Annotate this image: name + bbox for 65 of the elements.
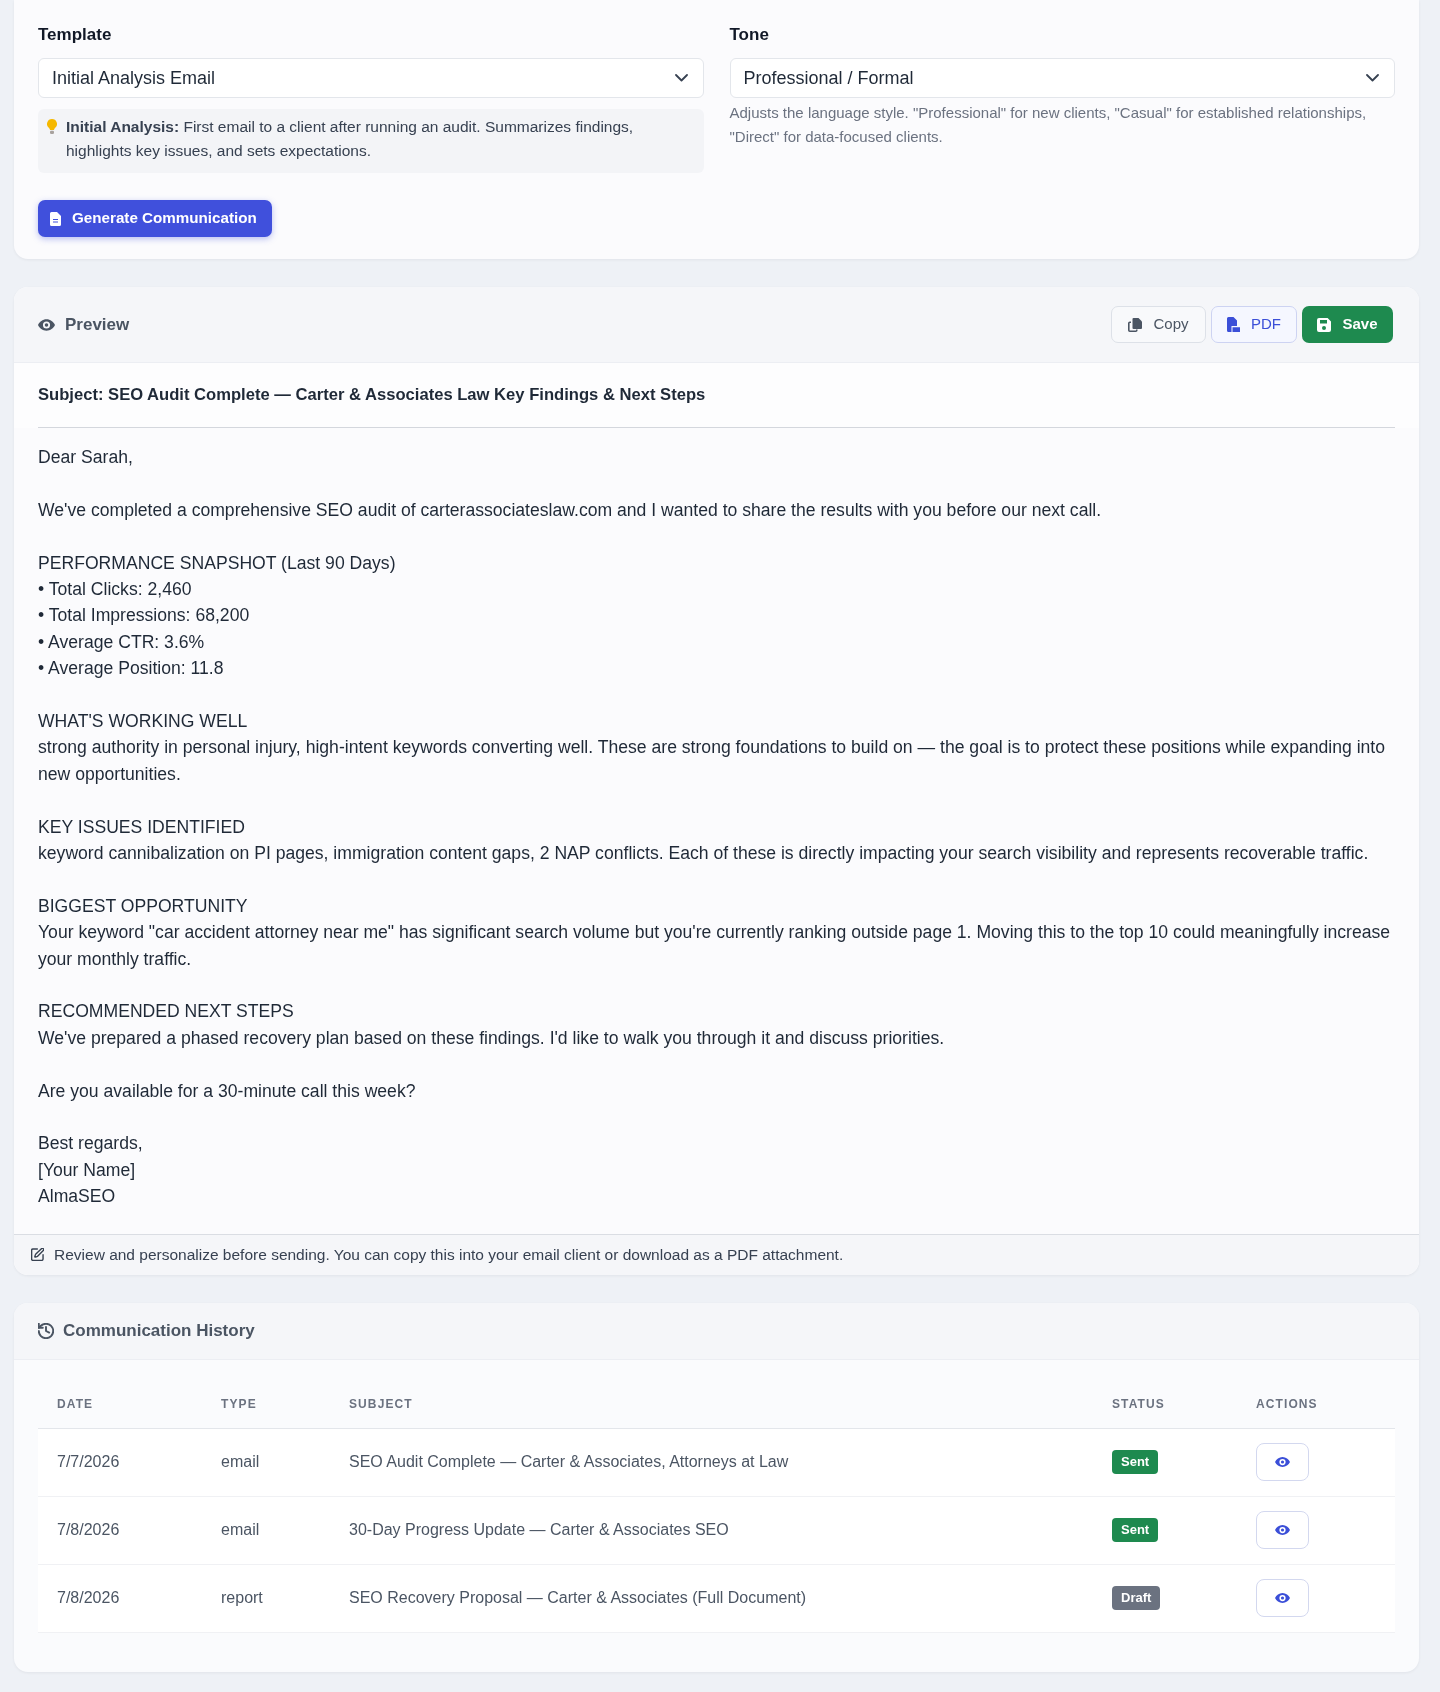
history-title: Communication History (63, 1319, 255, 1342)
email-text-line: We've prepared a phased recovery plan based on these findings. I'd like to walk you through it and discuss priorities. (38, 1026, 946, 1050)
column-header: DATE (57, 1395, 94, 1413)
email-text-line: Best regards, (38, 1132, 144, 1156)
eye-icon (38, 318, 55, 331)
table-cell-text: SEO Recovery Proposal — Carter & Associates (Full Document) (349, 1588, 807, 1609)
email-text-line: PERFORMANCE SNAPSHOT (Last 90 Days) (38, 551, 397, 575)
review-note: Review and personalize before sending. You can copy this into your email client or download as a PDF attachment. (54, 1245, 844, 1266)
template-label: Template (38, 24, 112, 46)
email-text-line: keyword cannibalization on PI pages, immigration content gaps, 2 NAP conflicts. Each of these is directly impacting your search visibility and represents recoverable traffic. (38, 842, 1370, 866)
status-badge: Sent (1112, 1450, 1159, 1475)
tone-select[interactable]: Professional / Formal (729, 58, 1395, 98)
email-text-line: AlmaSEO (38, 1185, 117, 1209)
email-text-line: • Average CTR: 3.6% (38, 630, 206, 654)
column-header: STATUS (1112, 1395, 1165, 1413)
column-header: ACTIONS (1256, 1395, 1318, 1413)
tone-help-text: Adjusts the language style. "Professional" for new clients, "Casual" for established relationships, "Direct" for data-focused clients. (729, 103, 1368, 147)
template-description: Initial Analysis: First email to a client after running an audit. Summarizes findings, highlights key issues, and sets expectations. (66, 117, 635, 161)
column-header: SUBJECT (349, 1395, 413, 1413)
edit-icon (31, 1248, 44, 1262)
view-button[interactable] (1256, 1511, 1309, 1550)
chevron-down-icon (674, 74, 688, 82)
history-icon (38, 1322, 54, 1339)
view-button[interactable] (1256, 1443, 1309, 1482)
email-text-line: BIGGEST OPPORTUNITY (38, 894, 249, 918)
email-text-line: • Average Position: 11.8 (38, 657, 225, 681)
table-cell-text: email (221, 1520, 260, 1541)
email-text-line: Your keyword "car accident attorney near me" has significant search volume but you're currently ranking outside page 1. Moving this to the top 10 could meaningfully increase your monthly traffic. (38, 921, 1392, 971)
table-cell-text: SEO Audit Complete — Carter & Associates, Attorneys at Law (349, 1452, 789, 1473)
document-icon (50, 211, 61, 226)
status-badge: Sent (1112, 1518, 1159, 1543)
eye-icon (1275, 1593, 1290, 1604)
save-button[interactable]: Save (1302, 306, 1393, 343)
template-select[interactable]: Initial Analysis Email (38, 58, 704, 98)
email-text-line: WHAT'S WORKING WELL (38, 710, 249, 733)
table-cell-text: email (221, 1452, 260, 1473)
email-text-line: RECOMMENDED NEXT STEPS (38, 1000, 295, 1024)
email-text-line: • Total Clicks: 2,460 (38, 578, 193, 601)
email-text-line: We've completed a comprehensive SEO audit of carterassociateslaw.com and I wanted to share the results with you before our next call. (38, 498, 1103, 522)
generate-button[interactable]: Generate Communication (38, 200, 272, 237)
table-cell-text: report (221, 1588, 263, 1609)
table-cell-text: 7/8/2026 (57, 1588, 120, 1609)
email-text-line: [Your Name] (38, 1158, 137, 1182)
column-header: TYPE (221, 1395, 257, 1413)
table-cell-text: 30-Day Progress Update — Carter & Associates SEO (349, 1520, 729, 1541)
chevron-down-icon (1366, 74, 1379, 82)
table-cell-text: 7/7/2026 (57, 1452, 120, 1473)
table-cell-text: 7/8/2026 (57, 1520, 120, 1541)
eye-icon (1275, 1525, 1290, 1536)
email-text-line: Dear Sarah, (38, 446, 134, 469)
status-badge: Draft (1112, 1586, 1161, 1611)
file-icon (1227, 317, 1240, 332)
copy-button[interactable]: Copy (1111, 306, 1206, 343)
email-text-line: KEY ISSUES IDENTIFIED (38, 815, 246, 839)
preview-title: Preview (65, 313, 130, 336)
copy-icon (1128, 317, 1143, 332)
email-text-line: Are you available for a 30-minute call this week? (38, 1079, 417, 1103)
tone-label: Tone (729, 24, 769, 46)
lightbulb-icon (47, 119, 57, 134)
email-subject: Subject: SEO Audit Complete — Carter & Associates Law Key Findings & Next Steps (38, 385, 706, 405)
email-text-line: • Total Impressions: 68,200 (38, 604, 251, 628)
pdf-button[interactable]: PDF (1211, 306, 1297, 343)
eye-icon (1275, 1457, 1290, 1468)
view-button[interactable] (1256, 1579, 1309, 1618)
email-text-line: strong authority in personal injury, high-intent keywords converting well. These are strong foundations to build on — the goal is to protect these positions while expanding into new opportunities. (38, 736, 1387, 786)
